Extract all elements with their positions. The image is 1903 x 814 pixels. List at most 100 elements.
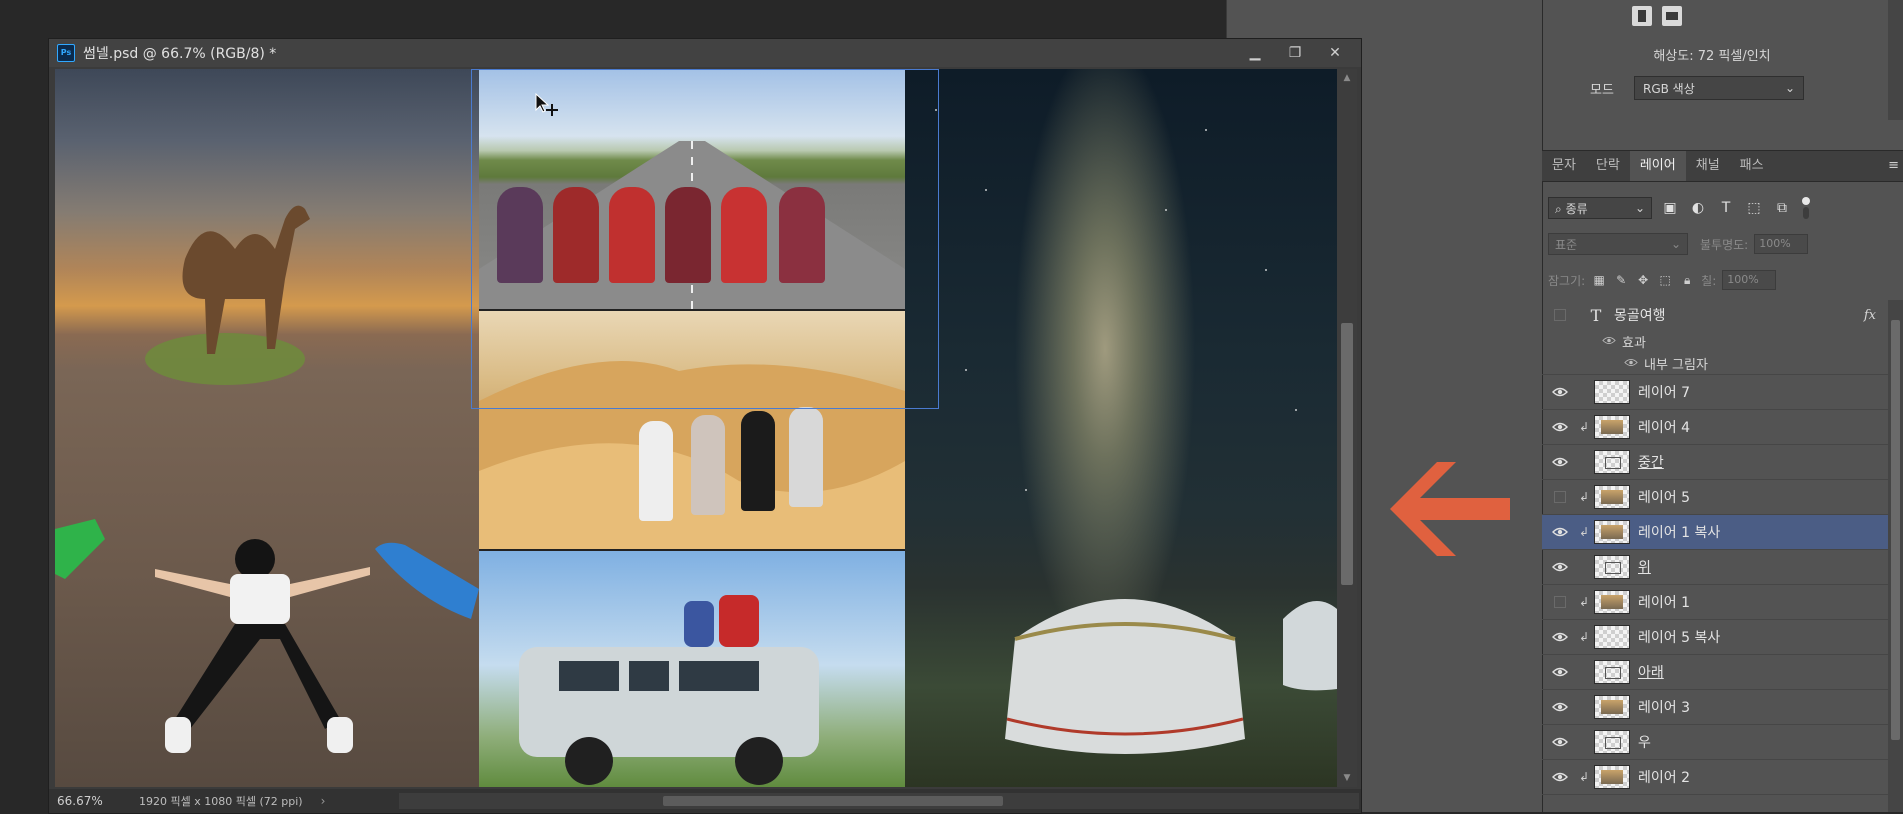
layer-row[interactable]: 중간 — [1542, 445, 1888, 480]
layer-name: 레이어 1 — [1638, 595, 1690, 611]
fx-icon[interactable]: fx — [1864, 308, 1876, 323]
eye-icon[interactable] — [1542, 515, 1578, 550]
clipping-arrow-icon: ↲ — [1578, 770, 1590, 784]
layer-row[interactable]: ↲ 레이어 5 — [1542, 480, 1888, 515]
layers-scrollbar[interactable] — [1888, 300, 1903, 812]
visibility-toggle[interactable] — [1542, 585, 1578, 620]
properties-scrollbar[interactable] — [1888, 0, 1903, 120]
adjustment-filter-icon[interactable]: ◐ — [1688, 198, 1708, 218]
document-titlebar[interactable]: Ps 썸넬.psd @ 66.7% (RGB/8) * ▁ ❐ ✕ — [49, 39, 1361, 67]
layer-row-selected[interactable]: ↲ 레이어 1 복사 — [1542, 515, 1888, 550]
mode-select[interactable]: RGB 색상 ⌄ — [1634, 76, 1804, 100]
tab-paragraph[interactable]: 단락 — [1586, 151, 1630, 181]
vertical-scroll-thumb[interactable] — [1341, 323, 1353, 585]
clipping-arrow-icon: ↲ — [1578, 525, 1590, 539]
minimize-button[interactable]: ▁ — [1235, 39, 1275, 67]
layer-thumbnail — [1594, 380, 1630, 404]
layer-row[interactable]: ↲ 레이어 4 — [1542, 410, 1888, 445]
visibility-toggle[interactable] — [1542, 480, 1578, 515]
layer-row[interactable]: ↲ 레이어 2 — [1542, 760, 1888, 795]
layers-scroll-thumb[interactable] — [1891, 320, 1900, 740]
restore-button[interactable]: ❐ — [1275, 39, 1315, 67]
layer-name: 레이어 3 — [1638, 700, 1690, 716]
tab-character[interactable]: 문자 — [1542, 151, 1586, 181]
mode-value: RGB 색상 — [1643, 81, 1695, 96]
close-button[interactable]: ✕ — [1315, 39, 1355, 67]
canvas[interactable] — [55, 69, 1337, 787]
inner-shadow-label: 내부 그림자 — [1644, 357, 1708, 373]
scroll-up-icon[interactable]: ▲ — [1341, 73, 1353, 83]
opacity-input[interactable]: 100% — [1754, 234, 1809, 254]
lock-artboard-icon[interactable]: ⬚ — [1657, 272, 1673, 288]
selection-rectangle[interactable] — [471, 69, 939, 409]
layer-row[interactable]: T 몽골여행 fx — [1542, 300, 1888, 330]
eye-icon[interactable] — [1542, 655, 1578, 690]
blue-sled — [375, 542, 479, 619]
layer-name: 레이어 2 — [1638, 770, 1690, 786]
layer-name: 레이어 7 — [1638, 385, 1690, 401]
portrait-icon[interactable] — [1632, 6, 1652, 26]
fill-label: 칠: — [1701, 273, 1717, 288]
mode-label: 모드 — [1590, 83, 1614, 98]
blend-mode-value: 표준 — [1555, 237, 1578, 252]
layer-row[interactable]: ↲ 레이어 5 복사 — [1542, 620, 1888, 655]
minimize-icon: ▁ — [1249, 45, 1261, 61]
lock-transparent-icon[interactable]: ▦ — [1591, 272, 1607, 288]
lock-image-icon[interactable]: ✎ — [1613, 272, 1629, 288]
eye-icon[interactable] — [1542, 760, 1578, 795]
effects-row[interactable]: 효과 — [1542, 330, 1888, 352]
green-sled — [55, 519, 105, 579]
frame-thumbnail — [1594, 730, 1630, 754]
filter-toggle[interactable] — [1800, 195, 1810, 221]
eye-icon[interactable] — [1542, 550, 1578, 585]
eye-icon[interactable] — [1542, 620, 1578, 655]
eye-icon[interactable] — [1602, 334, 1616, 349]
layer-row[interactable]: 레이어 3 — [1542, 690, 1888, 725]
blend-row: 표준 ⌄ 불투명도: 100% — [1548, 232, 1888, 256]
type-layer-icon: T — [1590, 305, 1602, 325]
horizontal-scroll-thumb[interactable] — [663, 796, 1003, 806]
layer-row[interactable]: 위 — [1542, 550, 1888, 585]
fill-input[interactable]: 100% — [1722, 270, 1777, 290]
layer-row[interactable]: 아래 — [1542, 655, 1888, 690]
restore-icon: ❐ — [1288, 45, 1302, 61]
eye-icon[interactable] — [1542, 690, 1578, 725]
layer-row[interactable]: 레이어 7 — [1542, 375, 1888, 410]
scroll-down-icon[interactable]: ▼ — [1341, 773, 1353, 783]
blend-mode-select[interactable]: 표준 ⌄ — [1548, 233, 1688, 255]
layer-thumbnail — [1594, 765, 1630, 789]
eye-icon[interactable] — [1542, 410, 1578, 445]
layer-row[interactable]: 우 — [1542, 725, 1888, 760]
panel-menu-icon[interactable]: ≡ — [1888, 151, 1899, 181]
chevron-down-icon: ⌄ — [1670, 237, 1681, 251]
tab-paths[interactable]: 패스 — [1730, 151, 1774, 181]
layer-thumbnail — [1594, 590, 1630, 614]
lock-all-icon[interactable]: 🔒︎ — [1679, 272, 1695, 288]
lock-position-icon[interactable]: ✥ — [1635, 272, 1651, 288]
status-menu-arrow[interactable]: › — [321, 794, 326, 808]
type-filter-icon[interactable]: T — [1716, 198, 1736, 218]
horizontal-scrollbar[interactable] — [399, 793, 1359, 809]
tab-channels[interactable]: 채널 — [1686, 151, 1730, 181]
pixel-filter-icon[interactable]: ▣ — [1660, 198, 1680, 218]
vertical-scrollbar[interactable]: ▲ ▼ — [1337, 69, 1357, 787]
dune-person — [691, 415, 725, 515]
layer-row[interactable]: ↲ 레이어 1 — [1542, 585, 1888, 620]
filter-kind-label: 종류 — [1565, 201, 1588, 216]
layer-name: 레이어 1 복사 — [1638, 525, 1721, 541]
yurt-image-2 — [1283, 601, 1337, 691]
eye-icon[interactable] — [1624, 356, 1638, 371]
tab-layers[interactable]: 레이어 — [1629, 151, 1686, 181]
filter-kind-select[interactable]: ⌕ 종류 ⌄ — [1548, 197, 1652, 219]
visibility-toggle[interactable] — [1542, 300, 1578, 333]
camel-image — [145, 205, 310, 385]
landscape-icon[interactable] — [1662, 6, 1682, 26]
eye-icon[interactable] — [1542, 725, 1578, 760]
zoom-level[interactable]: 66.67% — [57, 794, 121, 808]
smart-object-filter-icon[interactable]: ⧉ — [1772, 198, 1792, 218]
effect-inner-shadow[interactable]: 내부 그림자 — [1542, 352, 1888, 375]
shape-filter-icon[interactable]: ⬚ — [1744, 198, 1764, 218]
eye-icon[interactable] — [1542, 445, 1578, 480]
chevron-down-icon: ⌄ — [1784, 81, 1795, 95]
eye-icon[interactable] — [1542, 375, 1578, 410]
